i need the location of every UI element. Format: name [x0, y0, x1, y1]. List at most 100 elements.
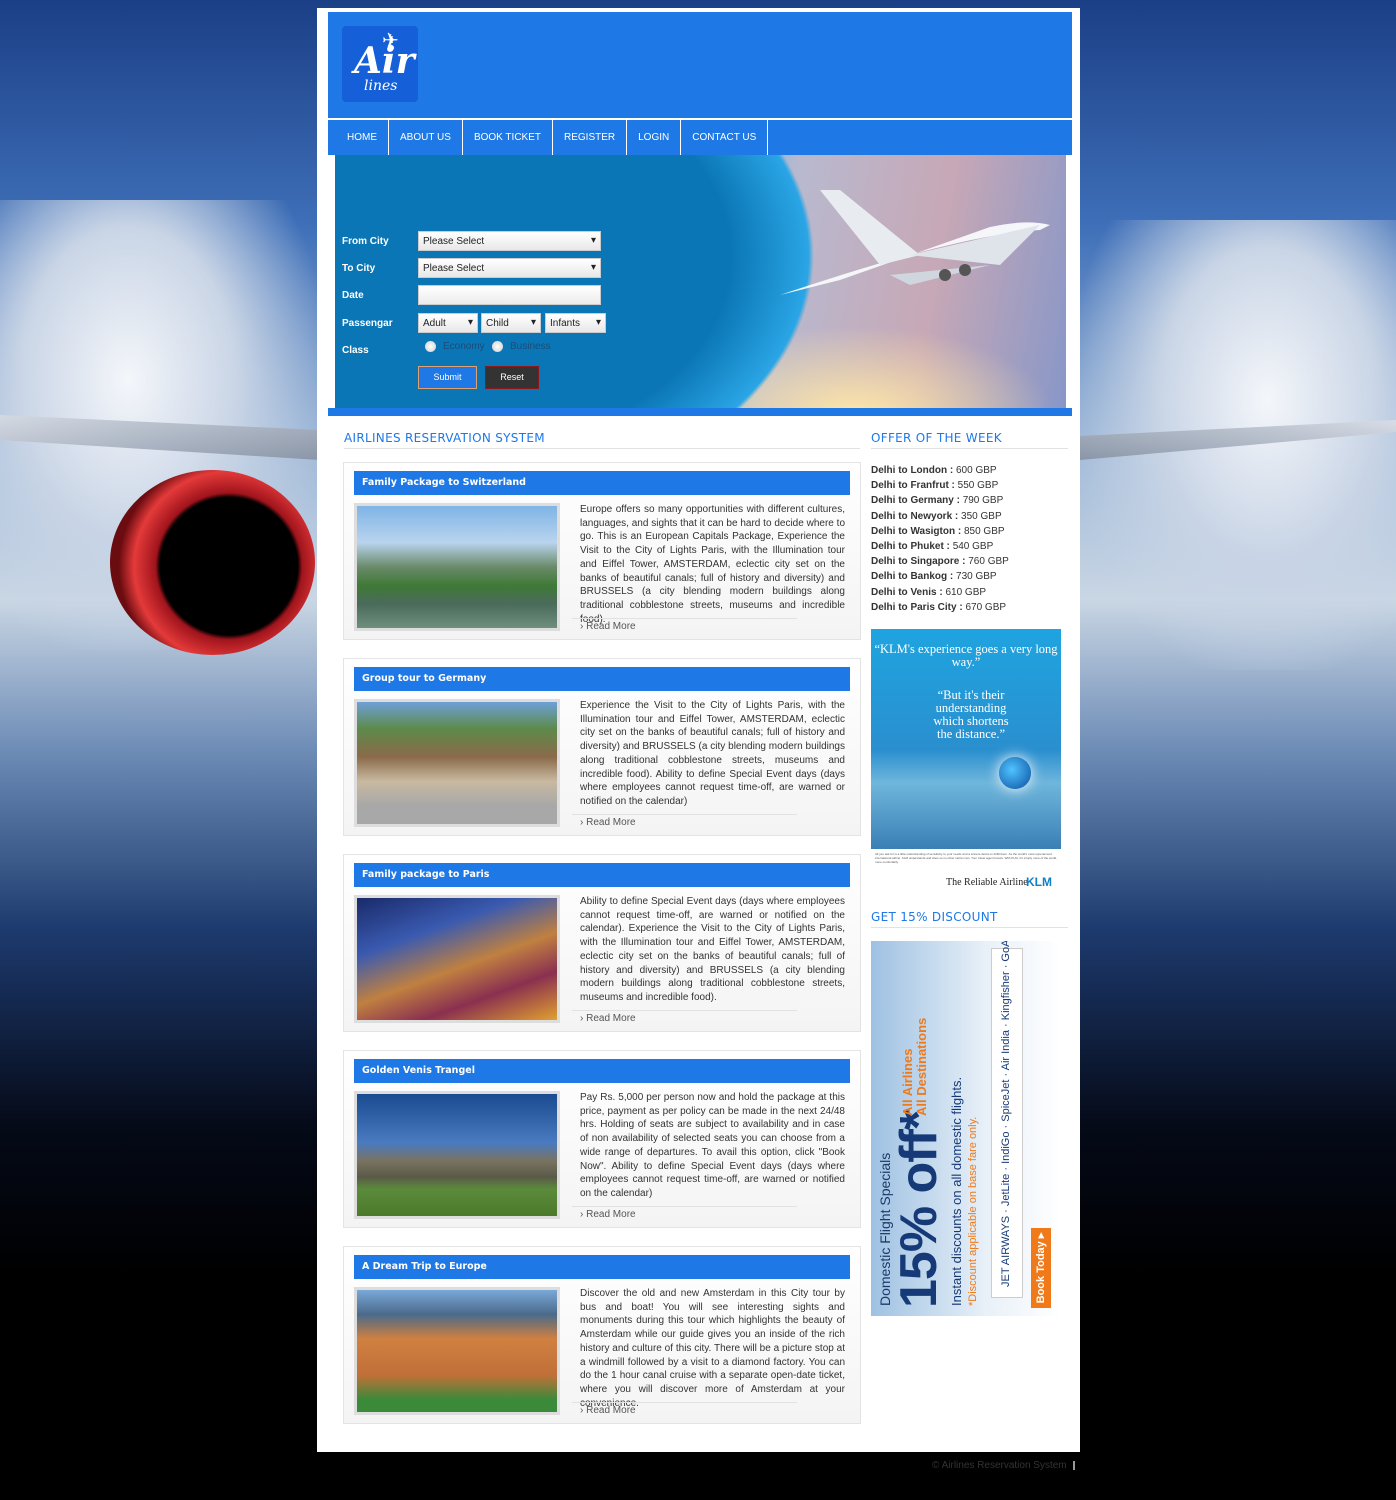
- offer-route: Delhi to Newyork :: [871, 510, 959, 522]
- offer-item: Delhi to Paris City : 670 GBP: [871, 600, 1009, 615]
- offer-price: 670 GBP: [965, 601, 1007, 613]
- discount-orange-2: All Destinations: [914, 1017, 929, 1116]
- logo-text: Air: [354, 40, 415, 82]
- article-title[interactable]: Golden Venis Trangel: [354, 1059, 850, 1083]
- business-option[interactable]: Business: [492, 341, 551, 352]
- article-title[interactable]: Group tour to Germany: [354, 667, 850, 691]
- child-select[interactable]: Child: [481, 313, 541, 333]
- klm-logo: KLM: [1026, 875, 1052, 889]
- offer-item: Delhi to Venis : 610 GBP: [871, 585, 1009, 600]
- article-image-europe[interactable]: [354, 1287, 560, 1415]
- offer-item: Delhi to Phuket : 540 GBP: [871, 539, 1009, 554]
- logo-subtext: lines: [364, 78, 398, 94]
- economy-option[interactable]: Economy: [425, 341, 485, 352]
- offer-item: Delhi to Singapore : 760 GBP: [871, 554, 1009, 569]
- nav-book-ticket[interactable]: BOOK TICKET: [463, 120, 553, 155]
- chevron-right-icon: ›: [580, 621, 584, 632]
- discount-advertisement[interactable]: Domestic Flight Specials 15% off* All Ai…: [871, 941, 1061, 1316]
- article-title[interactable]: Family package to Paris: [354, 863, 850, 887]
- offer-item: Delhi to Germany : 790 GBP: [871, 493, 1009, 508]
- offer-route: Delhi to Phuket :: [871, 541, 950, 553]
- submit-button[interactable]: Submit: [418, 366, 477, 389]
- klm-quote-1: “KLM's experience goes a very long way.”: [874, 642, 1058, 669]
- discount-orange-1: All Airlines: [900, 1048, 915, 1116]
- read-more-label: Read More: [586, 817, 636, 828]
- to-city-label: To City: [342, 263, 376, 274]
- article-card: Golden Venis Trangel Pay Rs. 5,000 per p…: [343, 1050, 861, 1228]
- article-text: Experience the Visit to the City of Ligh…: [580, 700, 845, 807]
- klm-fine-print: All you ask for is a little understandin…: [875, 852, 1057, 864]
- read-more-label: Read More: [586, 1209, 636, 1220]
- read-more-link[interactable]: › Read More: [580, 1405, 636, 1416]
- offer-item: Delhi to Newyork : 350 GBP: [871, 509, 1009, 524]
- offer-item: Delhi to London : 600 GBP: [871, 463, 1009, 478]
- offer-route: Delhi to Venis :: [871, 586, 943, 598]
- date-label: Date: [342, 290, 364, 301]
- offer-price: 760 GBP: [968, 556, 1009, 568]
- article-card: A Dream Trip to Europe Discover the old …: [343, 1246, 861, 1424]
- airline-logos: JET AIRWAYS · JetLite · IndiGo · SpiceJe…: [991, 941, 1023, 1298]
- book-today-button[interactable]: Book Today ▸: [1031, 1228, 1051, 1308]
- banner-bottom-bar: [328, 408, 1072, 416]
- nav-about-us[interactable]: ABOUT US: [389, 120, 463, 155]
- offer-route: Delhi to Germany :: [871, 495, 960, 507]
- main-heading: AIRLINES RESERVATION SYSTEM: [344, 431, 545, 445]
- reset-button[interactable]: Reset: [485, 366, 539, 389]
- offer-price: 550 GBP: [957, 480, 999, 492]
- discount-big-text: 15% off*: [890, 1110, 948, 1308]
- read-more-label: Read More: [586, 621, 636, 632]
- economy-radio[interactable]: [425, 341, 436, 352]
- airlines-logo[interactable]: ✈ Air lines: [342, 26, 418, 102]
- divider: [572, 1206, 797, 1207]
- article-card: Family Package to Switzerland Europe off…: [343, 462, 861, 640]
- read-more-link[interactable]: › Read More: [580, 621, 636, 632]
- article-image-germany[interactable]: [354, 699, 560, 827]
- nav-register[interactable]: REGISTER: [553, 120, 628, 155]
- business-radio[interactable]: [492, 341, 503, 352]
- footer: © Airlines Reservation System: [932, 1460, 1075, 1471]
- article-image-stonehenge[interactable]: [354, 1091, 560, 1219]
- chevron-right-icon: ›: [580, 1013, 584, 1024]
- read-more-label: Read More: [586, 1013, 636, 1024]
- read-more-link[interactable]: › Read More: [580, 1209, 636, 1220]
- discount-ad-content: Domestic Flight Specials 15% off* All Ai…: [871, 941, 1061, 1316]
- article-title[interactable]: Family Package to Switzerland: [354, 471, 850, 495]
- chevron-right-icon: ›: [580, 1209, 584, 1220]
- from-city-select[interactable]: Please Select: [418, 231, 601, 251]
- class-label: Class: [342, 345, 369, 356]
- footer-copyright: © Airlines Reservation System: [932, 1460, 1067, 1471]
- discount-line-3: Instant discounts on all domestic flight…: [949, 1076, 964, 1306]
- business-label: Business: [510, 341, 551, 352]
- article-card: Family package to Paris Ability to defin…: [343, 854, 861, 1032]
- offer-route: Delhi to Wasigton :: [871, 525, 962, 537]
- divider: [572, 814, 797, 815]
- divider: [572, 1010, 797, 1011]
- article-card: Group tour to Germany Experience the Vis…: [343, 658, 861, 836]
- divider: [1072, 1460, 1075, 1470]
- article-title[interactable]: A Dream Trip to Europe: [354, 1255, 850, 1279]
- nav-contact-us[interactable]: CONTACT US: [681, 120, 769, 155]
- offer-heading: OFFER OF THE WEEK: [871, 431, 1002, 445]
- economy-label: Economy: [443, 341, 485, 352]
- read-more-label: Read More: [586, 1405, 636, 1416]
- article-image-paris[interactable]: [354, 895, 560, 1023]
- article-text: Ability to define Special Event days (da…: [580, 896, 845, 1003]
- nav-login[interactable]: LOGIN: [627, 120, 682, 155]
- article-image-switzerland[interactable]: [354, 503, 560, 631]
- passenger-label: Passengar: [342, 318, 393, 329]
- klm-advertisement[interactable]: “KLM's experience goes a very long way.”…: [871, 629, 1061, 892]
- discount-heading: GET 15% DISCOUNT: [871, 910, 998, 924]
- date-input[interactable]: [418, 285, 601, 305]
- nav-home[interactable]: HOME: [336, 120, 389, 155]
- offer-price: 850 GBP: [963, 525, 1005, 537]
- divider: [572, 1402, 797, 1403]
- read-more-link[interactable]: › Read More: [580, 817, 636, 828]
- globe-icon: [999, 757, 1031, 789]
- main-nav: HOME ABOUT US BOOK TICKET REGISTER LOGIN…: [328, 118, 1072, 155]
- read-more-link[interactable]: › Read More: [580, 1013, 636, 1024]
- article-text: Pay Rs. 5,000 per person now and hold th…: [580, 1092, 845, 1199]
- adult-select[interactable]: Adult: [418, 313, 478, 333]
- header: ✈ Air lines: [328, 12, 1072, 118]
- infants-select[interactable]: Infants: [545, 313, 606, 333]
- to-city-select[interactable]: Please Select: [418, 258, 601, 278]
